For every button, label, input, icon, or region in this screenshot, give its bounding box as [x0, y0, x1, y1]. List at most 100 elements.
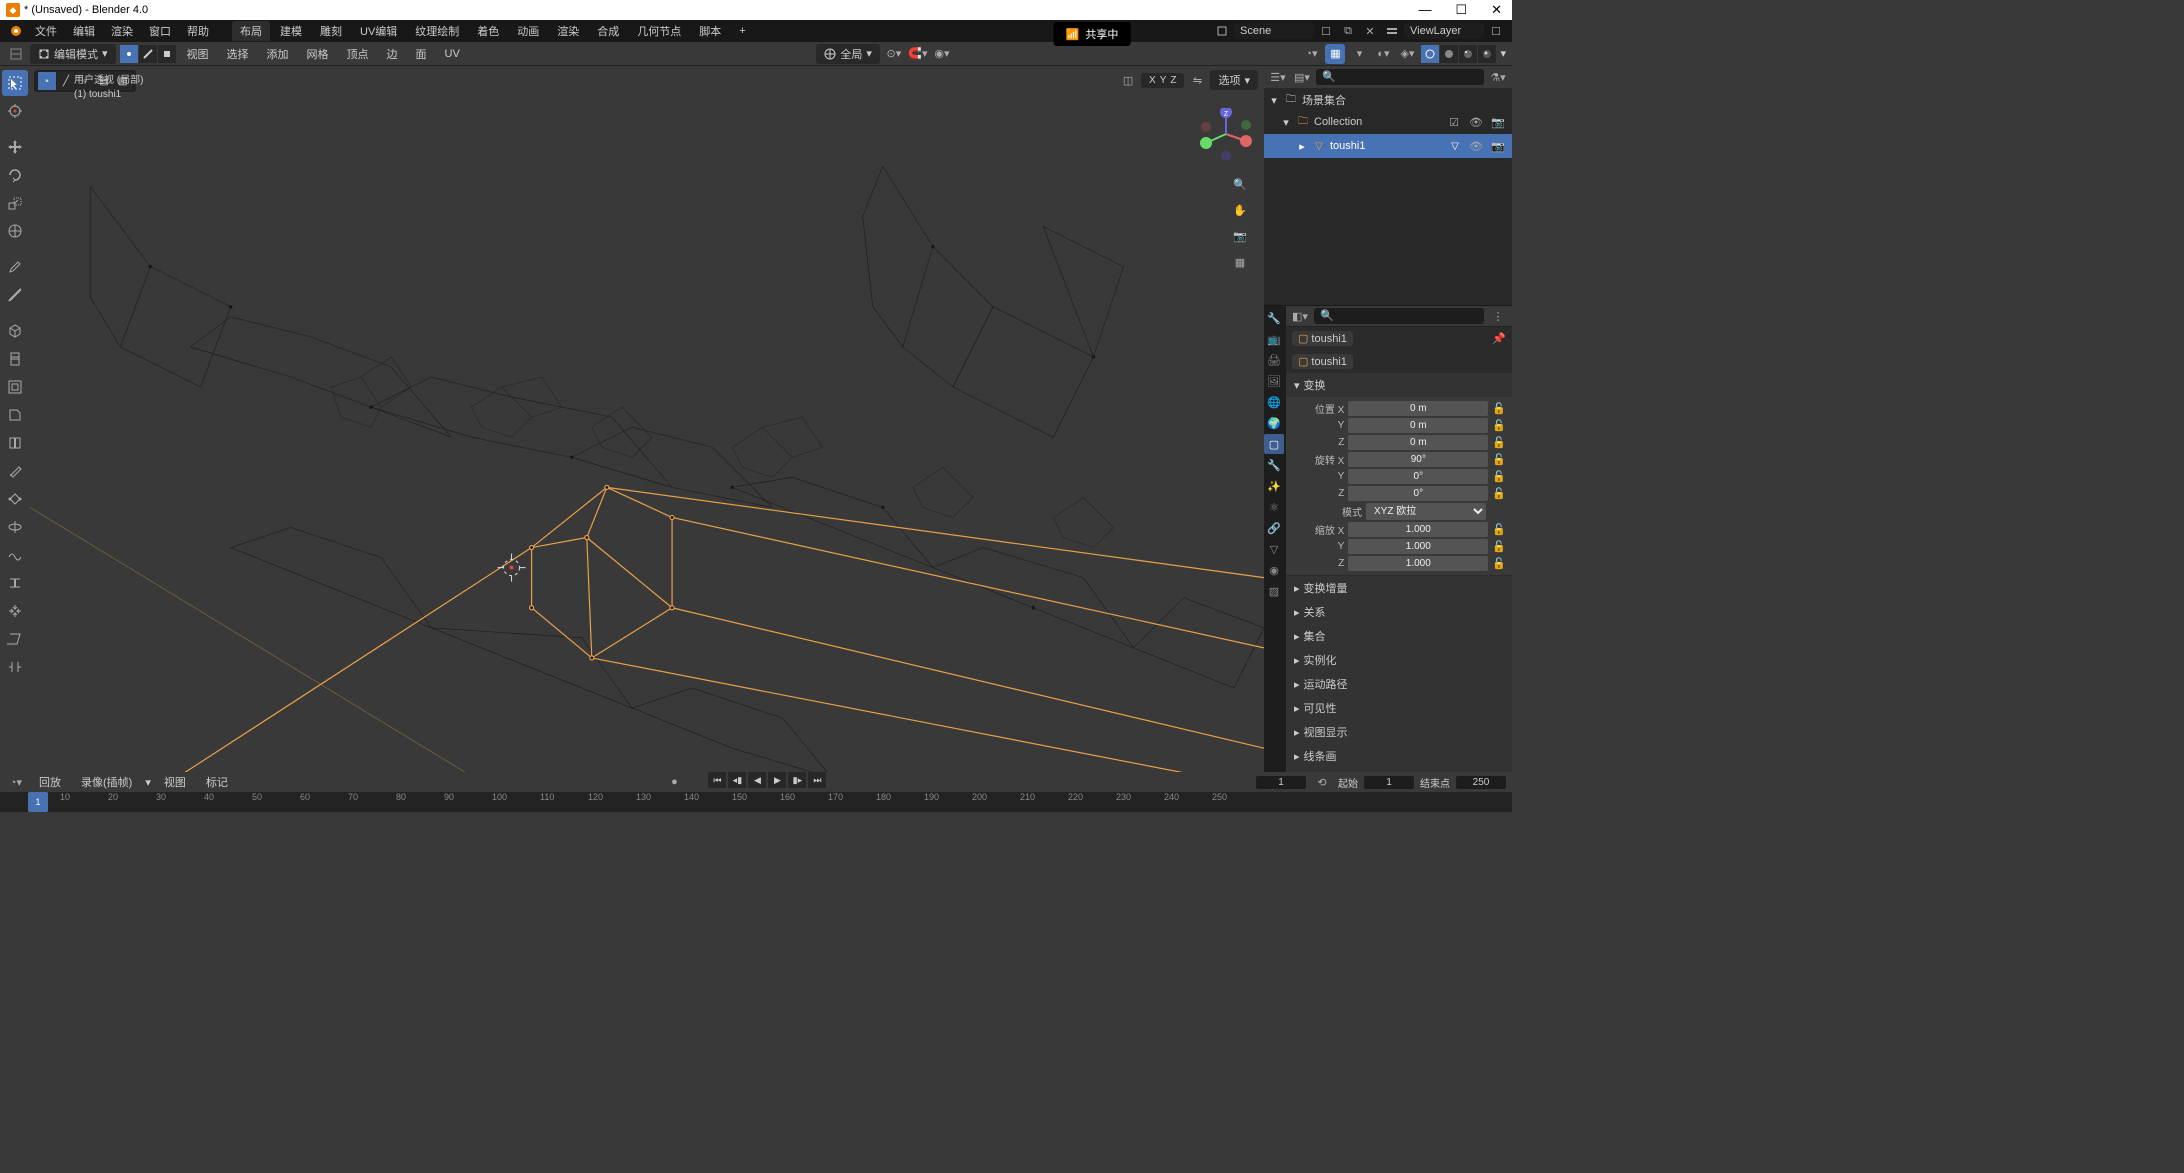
tool-shear[interactable]: [2, 626, 28, 652]
minimize-button[interactable]: —: [1414, 2, 1435, 18]
tab-object-icon[interactable]: ▢: [1264, 434, 1284, 454]
blender-logo-icon[interactable]: [6, 21, 26, 41]
outliner-filter-icon[interactable]: ⚗▾: [1488, 67, 1508, 87]
outliner-search[interactable]: [1316, 69, 1484, 85]
section-lineart[interactable]: ▸ 线条画: [1286, 744, 1512, 768]
outliner-display-icon[interactable]: ▤▾: [1292, 67, 1312, 87]
pivot-icon[interactable]: ⊙▾: [884, 44, 904, 64]
hidden-wire-icon[interactable]: ▾: [1349, 44, 1369, 64]
workspace-tab-render[interactable]: 渲染: [549, 21, 587, 41]
breadcrumb-mesh[interactable]: ▢ toushi1: [1292, 354, 1353, 369]
tab-tool-icon[interactable]: 🔧: [1264, 308, 1284, 328]
timeline-view[interactable]: 视图: [157, 772, 193, 792]
workspace-tab-anim[interactable]: 动画: [509, 21, 547, 41]
workspace-tab-compositing[interactable]: 合成: [589, 21, 627, 41]
timeline-track[interactable]: 1 10203040506070809010011012013014015016…: [0, 792, 1512, 812]
face-menu[interactable]: 面: [409, 44, 434, 64]
tool-cursor[interactable]: [2, 98, 28, 124]
position-y-input[interactable]: [1348, 418, 1488, 433]
lock-icon[interactable]: 🔓: [1492, 470, 1506, 483]
position-z-input[interactable]: [1348, 435, 1488, 450]
workspace-tab-layout[interactable]: 布局: [232, 21, 270, 41]
scene-name-input[interactable]: [1234, 23, 1314, 39]
tab-physics-icon[interactable]: ⚛: [1264, 497, 1284, 517]
sel-edge-icon[interactable]: ╱: [57, 72, 75, 90]
scale-x-input[interactable]: [1348, 522, 1488, 537]
prev-keyframe-icon[interactable]: ◂▮: [728, 772, 746, 788]
workspace-tab-shading[interactable]: 着色: [469, 21, 507, 41]
lock-icon[interactable]: 🔓: [1492, 453, 1506, 466]
select-mode-edge[interactable]: [139, 45, 157, 63]
vertex-menu[interactable]: 顶点: [340, 44, 376, 64]
section-relations[interactable]: ▸ 关系: [1286, 600, 1512, 624]
scale-y-input[interactable]: [1348, 539, 1488, 554]
viewlayer-name-input[interactable]: [1404, 23, 1484, 39]
tree-scene-collection[interactable]: ▾ 🗀 场景集合: [1264, 90, 1512, 110]
tree-collection[interactable]: ▾ 🗀 Collection ☑ 👁 📷: [1264, 110, 1512, 134]
tool-move[interactable]: [2, 134, 28, 160]
zoom-icon[interactable]: 🔍: [1230, 174, 1250, 194]
properties-search[interactable]: [1314, 308, 1484, 324]
properties-type-icon[interactable]: ◧▾: [1290, 306, 1310, 326]
rotation-x-input[interactable]: [1348, 452, 1488, 467]
jump-start-icon[interactable]: ⏮: [708, 772, 726, 788]
playhead[interactable]: 1: [28, 792, 48, 812]
editor-type-icon[interactable]: [6, 44, 26, 64]
scale-z-input[interactable]: [1348, 556, 1488, 571]
proportional-icon[interactable]: ◉▾: [932, 44, 952, 64]
tab-render-icon[interactable]: 📺: [1264, 329, 1284, 349]
camera-icon[interactable]: 📷: [1230, 226, 1250, 246]
workspace-tab-add[interactable]: +: [731, 23, 753, 39]
gizmo-icon[interactable]: ◈▾: [1397, 44, 1417, 64]
section-motion-paths[interactable]: ▸ 运动路径: [1286, 672, 1512, 696]
timeline-type-icon[interactable]: ◔▾: [6, 772, 26, 792]
tree-object-toushi1[interactable]: ▸ ▽ toushi1 ▽ 👁 📷: [1264, 134, 1512, 158]
autokey-icon[interactable]: ●: [664, 772, 684, 792]
eye-icon[interactable]: 👁: [1466, 136, 1486, 156]
orientation-dropdown[interactable]: 全局 ▾: [816, 44, 880, 64]
tree-toggle-icon[interactable]: ▾: [1268, 94, 1280, 107]
uv-menu[interactable]: UV: [438, 46, 467, 62]
rotation-z-input[interactable]: [1348, 486, 1488, 501]
section-viewport-display[interactable]: ▸ 视图显示: [1286, 720, 1512, 744]
tool-rotate[interactable]: [2, 162, 28, 188]
rotation-y-input[interactable]: [1348, 469, 1488, 484]
viewlayer-new-icon[interactable]: ☐: [1486, 21, 1506, 41]
tab-texture-icon[interactable]: ▨: [1264, 581, 1284, 601]
workspace-tab-modeling[interactable]: 建模: [272, 21, 310, 41]
end-frame-input[interactable]: [1456, 776, 1506, 789]
rotation-mode-select[interactable]: XYZ 欧拉: [1366, 503, 1486, 520]
timeline-playback[interactable]: 回放: [32, 772, 68, 792]
section-instancing[interactable]: ▸ 实例化: [1286, 648, 1512, 672]
tool-extrude[interactable]: [2, 346, 28, 372]
mirror-icon[interactable]: ⇋: [1187, 70, 1207, 90]
tool-spin[interactable]: [2, 514, 28, 540]
sel-vert-icon[interactable]: ▪: [38, 72, 56, 90]
workspace-tab-geonodes[interactable]: 几何节点: [629, 21, 689, 41]
xray-icon[interactable]: ▦: [1325, 44, 1345, 64]
shading-rendered[interactable]: [1478, 45, 1496, 63]
tree-toggle-icon[interactable]: ▸: [1296, 140, 1308, 153]
pan-icon[interactable]: ✋: [1230, 200, 1250, 220]
tool-polybuild[interactable]: [2, 486, 28, 512]
options-dropdown[interactable]: 选项 ▾: [1210, 70, 1258, 90]
tree-toggle-icon[interactable]: ▾: [1280, 116, 1292, 129]
viewport-3d[interactable]: ▪ ╱ ▫ ▤ ▥ 用户透视 (局部) (1) toushi1 ◫ X Y Z …: [30, 66, 1264, 772]
current-frame-input[interactable]: [1256, 776, 1306, 789]
tool-loopcut[interactable]: [2, 430, 28, 456]
select-menu[interactable]: 选择: [220, 44, 256, 64]
workspace-tab-script[interactable]: 脚本: [691, 21, 729, 41]
mesh-edit-mode-icon[interactable]: ◫: [1118, 70, 1138, 90]
lock-icon[interactable]: 🔓: [1492, 402, 1506, 415]
properties-options-icon[interactable]: ⋮: [1488, 306, 1508, 326]
render-icon[interactable]: 📷: [1488, 112, 1508, 132]
workspace-tab-uv[interactable]: UV编辑: [352, 21, 405, 41]
lock-icon[interactable]: 🔓: [1492, 487, 1506, 500]
tool-transform[interactable]: [2, 218, 28, 244]
menu-file[interactable]: 文件: [28, 21, 64, 41]
tab-scene-icon[interactable]: 🌐: [1264, 392, 1284, 412]
frame-range-icon[interactable]: ⟲: [1312, 772, 1332, 792]
workspace-tab-sculpt[interactable]: 雕刻: [312, 21, 350, 41]
tool-add-cube[interactable]: [2, 318, 28, 344]
timeline-marker[interactable]: 标记: [199, 772, 235, 792]
